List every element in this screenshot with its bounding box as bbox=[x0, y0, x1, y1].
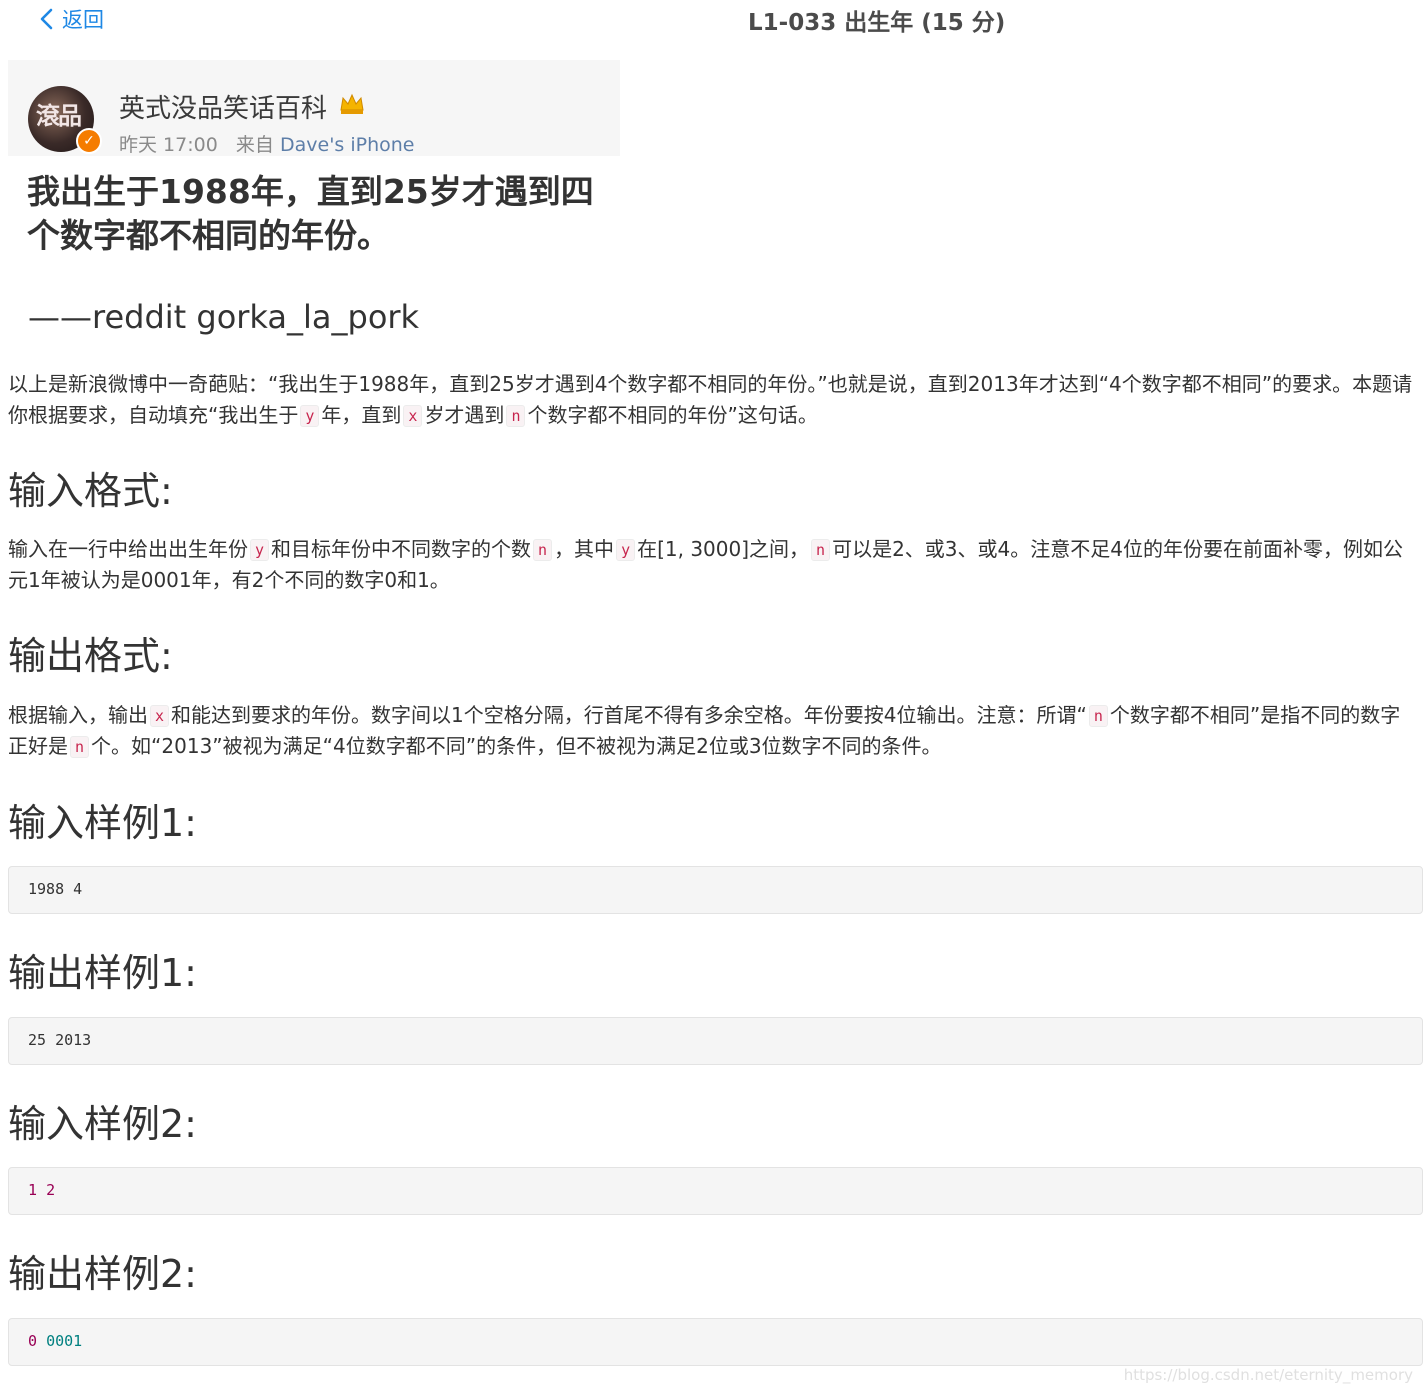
chevron-left-icon bbox=[40, 8, 53, 30]
sample-output-1-heading: 输出样例1: bbox=[8, 951, 197, 995]
watermark: https://blog.csdn.net/eternity_memory bbox=[1123, 1366, 1413, 1384]
back-label: 返回 bbox=[62, 8, 104, 32]
sample-input-1-text: 1988 4 bbox=[28, 880, 83, 898]
inline-code: x bbox=[150, 705, 170, 727]
description-text: 岁才遇到 bbox=[424, 403, 505, 427]
sample-output-2-heading: 输出样例2: bbox=[8, 1252, 197, 1296]
avatar-text: 滾品 bbox=[36, 102, 82, 130]
input-format-part: 和目标年份中不同数字的个数 bbox=[271, 537, 532, 561]
sample-input-1-block: 1988 4 bbox=[8, 866, 1423, 914]
sample-input-2-text: 1 2 bbox=[28, 1181, 55, 1199]
input-format-text: 输入在一行中给出出生年份 y 和目标年份中不同数字的个数 n ，其中 y 在[1, 3000… bbox=[8, 534, 1420, 596]
sample-output-1-text: 25 2013 bbox=[28, 1031, 92, 1049]
sample-number: 2 bbox=[46, 1181, 56, 1199]
inline-code: x bbox=[403, 405, 423, 427]
inline-code: n bbox=[1088, 705, 1108, 727]
account-name: 英式没品笑话百科 bbox=[119, 94, 328, 124]
sample-input-2-heading: 输入样例2: bbox=[8, 1102, 197, 1146]
back-button[interactable]: 返回 bbox=[38, 4, 104, 34]
verified-badge-icon: ✓ bbox=[76, 128, 102, 154]
sample-output-1-block: 25 2013 bbox=[8, 1017, 1423, 1065]
description-text: 个数字都不相同的年份”这句话。 bbox=[527, 403, 818, 427]
post-meta: 昨天 17:00 来自 Dave's iPhone bbox=[119, 130, 415, 157]
post-body: 我出生于1988年，直到25岁才遇到四个数字都不相同的年份。 bbox=[27, 172, 594, 255]
post-time: 昨天 17:00 bbox=[119, 134, 218, 156]
output-format-heading: 输出格式: bbox=[8, 634, 173, 678]
output-format-part: 和能达到要求的年份。数字间以1个空格分隔，行首尾不得有多余空格。年份要按4位输出… bbox=[171, 703, 1087, 727]
input-format-part: ，其中 bbox=[554, 537, 615, 561]
description-text: 年，直到 bbox=[321, 403, 402, 427]
sample-input-1-heading: 输入样例1: bbox=[8, 801, 197, 845]
input-format-part: 输入在一行中给出出生年份 bbox=[8, 537, 248, 561]
post-source: Dave's iPhone bbox=[279, 134, 415, 156]
input-format-heading: 输入格式: bbox=[8, 469, 173, 513]
top-bar: 返回 L1-033 出生年 (15 分) bbox=[0, 0, 1423, 40]
inline-code: y bbox=[250, 539, 270, 561]
output-format-text: 根据输入，输出 x 和能达到要求的年份。数字间以1个空格分隔，行首尾不得有多余空格。… bbox=[8, 700, 1420, 762]
output-format-part: 个。如“2013”被视为满足“4位数字都不同”的条件，但不被视为满足2位或3位数… bbox=[91, 734, 942, 758]
inline-code: n bbox=[506, 405, 526, 427]
sample-number: 0 bbox=[28, 1332, 38, 1350]
inline-code: y bbox=[300, 405, 320, 427]
sample-number: 1 bbox=[28, 1181, 38, 1199]
input-format-part: 在[1, 3000]之间， bbox=[637, 537, 810, 561]
weibo-post-image: 滾品 ✓ 英式没品笑话百科 昨天 17:00 来自 Dave's iPhone … bbox=[8, 60, 620, 352]
sample-input-2-block: 1 2 bbox=[8, 1167, 1423, 1215]
inline-code: n bbox=[70, 736, 90, 758]
inline-code: y bbox=[616, 539, 636, 561]
page-title: L1-033 出生年 (15 分) bbox=[748, 10, 1006, 36]
sample-number: 0001 bbox=[46, 1332, 83, 1350]
post-source-prefix: 来自 bbox=[235, 134, 274, 156]
weibo-post-header: 滾品 ✓ 英式没品笑话百科 昨天 17:00 来自 Dave's iPhone bbox=[8, 60, 620, 156]
sample-output-2-block: 0 0001 bbox=[8, 1318, 1423, 1366]
post-credit: ——reddit gorka_la_pork bbox=[28, 298, 420, 336]
crown-icon bbox=[340, 93, 364, 114]
inline-code: n bbox=[533, 539, 553, 561]
output-format-part: 根据输入，输出 bbox=[8, 703, 148, 727]
sample-output-2-text: 0 0001 bbox=[28, 1332, 82, 1350]
problem-description: 以上是新浪微博中一奇葩贴：“我出生于1988年，直到25岁才遇到4个数字都不相同… bbox=[8, 369, 1420, 431]
inline-code: n bbox=[811, 539, 831, 561]
